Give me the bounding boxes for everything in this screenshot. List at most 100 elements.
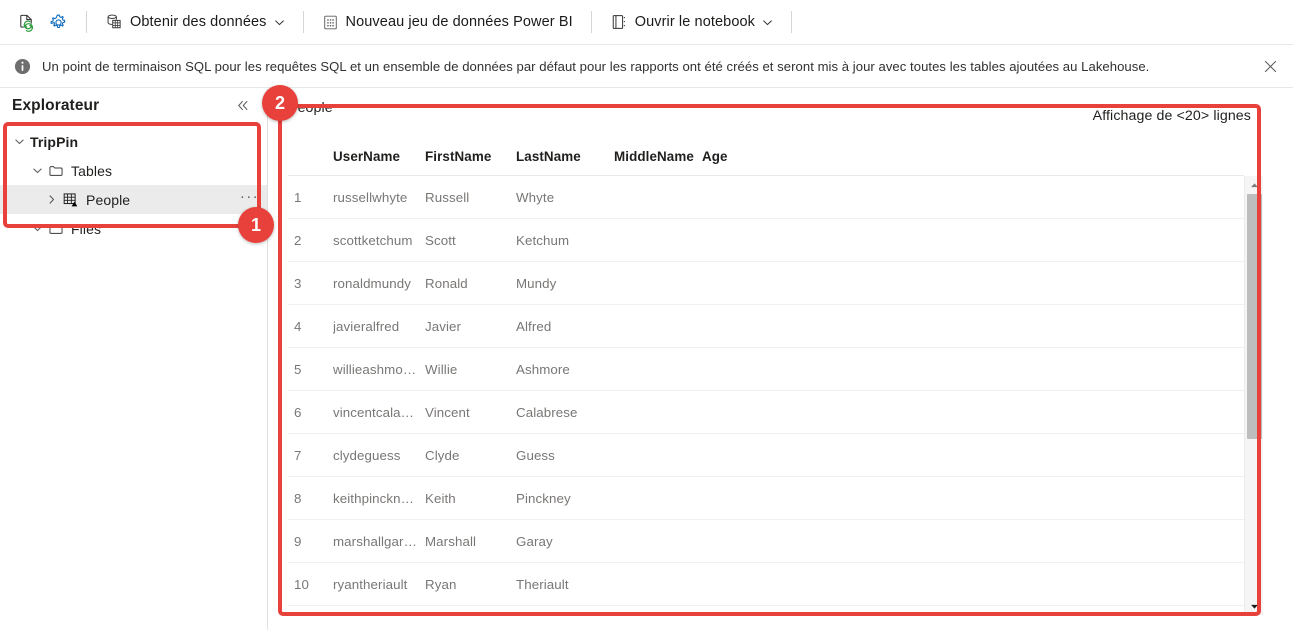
table-row[interactable]: 3 ronaldmundy Ronald Mundy: [288, 262, 1244, 305]
cell-index: 8: [294, 490, 302, 506]
more-options-icon[interactable]: ···: [240, 189, 259, 208]
table-preview-header: People Affichage de <20> lignes: [281, 100, 1263, 132]
cell-firstname: Ryan: [425, 576, 457, 592]
data-grid-header-row: UserName FirstName LastName MiddleName A…: [288, 138, 1244, 176]
column-header-lastname[interactable]: LastName: [516, 149, 614, 164]
explorer-panel: Explorateur TripPin Tables People ··· Fi…: [0, 89, 268, 630]
database-table-icon: [107, 14, 121, 29]
cell-index: 3: [294, 275, 302, 291]
toolbar-divider-4: [791, 11, 793, 33]
notebook-icon: [612, 15, 625, 29]
explorer-header: Explorateur: [0, 89, 267, 122]
cell-lastname: Ashmore: [516, 361, 570, 377]
cell-index: 6: [294, 404, 302, 420]
cell-username: clydeguess: [333, 447, 401, 463]
cell-firstname: Javier: [425, 318, 462, 334]
scroll-up-arrow-icon[interactable]: [1245, 176, 1263, 194]
refresh-page-icon: [19, 14, 33, 32]
tree-item-label: People: [86, 191, 131, 208]
cell-firstname: Vincent: [425, 404, 470, 420]
column-header-username[interactable]: UserName: [333, 149, 425, 164]
toolbar-item-obtenir-des-donnees[interactable]: Obtenir des données: [97, 7, 293, 37]
gear-icon: [50, 14, 65, 28]
settings-gear-icon-button[interactable]: [44, 8, 72, 36]
cell-firstname: Scott: [425, 232, 456, 248]
fabric-lakehouse-explorer-window: Obtenir des données Nouveau jeu de donné…: [0, 0, 1293, 630]
table-row[interactable]: 10 ryantheriault Ryan Theriault: [288, 563, 1244, 606]
toolbar-item-ouvrir-le-notebook[interactable]: Ouvrir le notebook: [602, 7, 781, 37]
info-message-bar: Un point de terminaison SQL pour les req…: [0, 45, 1293, 88]
tree-item-tables[interactable]: Tables: [0, 156, 267, 185]
table-preview-title: People: [288, 100, 333, 116]
toolbar-divider-2: [302, 11, 304, 33]
cell-username: keithpinckn…: [333, 490, 415, 506]
cell-lastname: Calabrese: [516, 404, 578, 420]
tree-item-label: Files: [71, 220, 102, 237]
table-row[interactable]: 6 vincentcala… Vincent Calabrese: [288, 391, 1244, 434]
table-row[interactable]: 4 javieralfred Javier Alfred: [288, 305, 1244, 348]
cell-lastname: Ketchum: [516, 232, 570, 248]
cell-firstname: Keith: [425, 490, 456, 506]
table-row[interactable]: 5 willieashmo… Willie Ashmore: [288, 348, 1244, 391]
cell-index: 5: [294, 361, 302, 377]
chevron-double-left-icon[interactable]: [230, 93, 254, 117]
column-header-middlename[interactable]: MiddleName: [614, 149, 702, 164]
cell-index: 1: [294, 189, 302, 205]
table-row[interactable]: 9 marshallgar… Marshall Garay: [288, 520, 1244, 563]
chevron-down-icon[interactable]: [26, 218, 48, 240]
tree-item-files[interactable]: Files: [0, 214, 267, 243]
folder-icon: [48, 221, 64, 237]
info-icon: [14, 58, 31, 75]
cell-username: marshallgar…: [333, 533, 417, 549]
cell-username: willieashmo…: [333, 361, 417, 377]
cell-firstname: Marshall: [425, 533, 477, 549]
cell-lastname: Mundy: [516, 275, 557, 291]
scroll-down-arrow-icon[interactable]: [1245, 597, 1263, 615]
cell-lastname: Garay: [516, 533, 553, 549]
chevron-down-icon[interactable]: [26, 160, 48, 182]
info-message-text: Un point de terminaison SQL pour les req…: [42, 58, 1150, 74]
row-count-label: Affichage de <20> lignes: [1092, 108, 1251, 124]
cell-lastname: Guess: [516, 447, 555, 463]
explorer-title: Explorateur: [12, 96, 100, 114]
cell-index: 2: [294, 232, 302, 248]
cell-index: 7: [294, 447, 302, 463]
chevron-right-icon[interactable]: [40, 189, 62, 211]
column-header-age[interactable]: Age: [702, 149, 762, 164]
cell-username: ronaldmundy: [333, 275, 411, 291]
cell-firstname: Willie: [425, 361, 458, 377]
dataset-grid-icon: [323, 15, 337, 29]
cell-lastname: Alfred: [516, 318, 552, 334]
column-header-firstname[interactable]: FirstName: [425, 149, 516, 164]
cell-index: 4: [294, 318, 302, 334]
chevron-down-icon: [274, 17, 285, 28]
refresh-page-icon-button[interactable]: [12, 8, 40, 36]
close-icon[interactable]: [1257, 53, 1283, 79]
toolbar-item-label: Nouveau jeu de données Power BI: [345, 14, 573, 30]
cell-lastname: Theriault: [516, 576, 569, 592]
scrollbar-thumb[interactable]: [1247, 194, 1262, 439]
toolbar-divider-3: [590, 11, 592, 33]
tree-item-label: Tables: [71, 162, 113, 179]
folder-icon: [48, 163, 64, 179]
cell-firstname: Ronald: [425, 275, 468, 291]
data-grid: UserName FirstName LastName MiddleName A…: [288, 138, 1263, 615]
cell-lastname: Whyte: [516, 189, 555, 205]
tree-item-people[interactable]: People ···: [0, 185, 267, 214]
cell-firstname: Russell: [425, 189, 470, 205]
chevron-down-icon[interactable]: [8, 131, 30, 153]
chevron-down-icon: [762, 17, 773, 28]
table-row[interactable]: 2 scottketchum Scott Ketchum: [288, 219, 1244, 262]
tree-item-trippin[interactable]: TripPin: [0, 127, 267, 156]
cell-username: javieralfred: [333, 318, 400, 334]
table-preview-panel: People Affichage de <20> lignes UserName…: [281, 100, 1263, 615]
cell-index: 10: [294, 576, 309, 592]
table-row[interactable]: 8 keithpinckn… Keith Pinckney: [288, 477, 1244, 520]
cell-username: vincentcala…: [333, 404, 415, 420]
vertical-scrollbar[interactable]: [1244, 176, 1263, 615]
table-row[interactable]: 1 russellwhyte Russell Whyte: [288, 176, 1244, 219]
toolbar-divider-1: [86, 11, 87, 33]
toolbar-item-nouveau-jeu-de-donnees-power-bi[interactable]: Nouveau jeu de données Power BI: [314, 7, 581, 37]
table-row[interactable]: 7 clydeguess Clyde Guess: [288, 434, 1244, 477]
tree-item-label: TripPin: [30, 133, 79, 150]
